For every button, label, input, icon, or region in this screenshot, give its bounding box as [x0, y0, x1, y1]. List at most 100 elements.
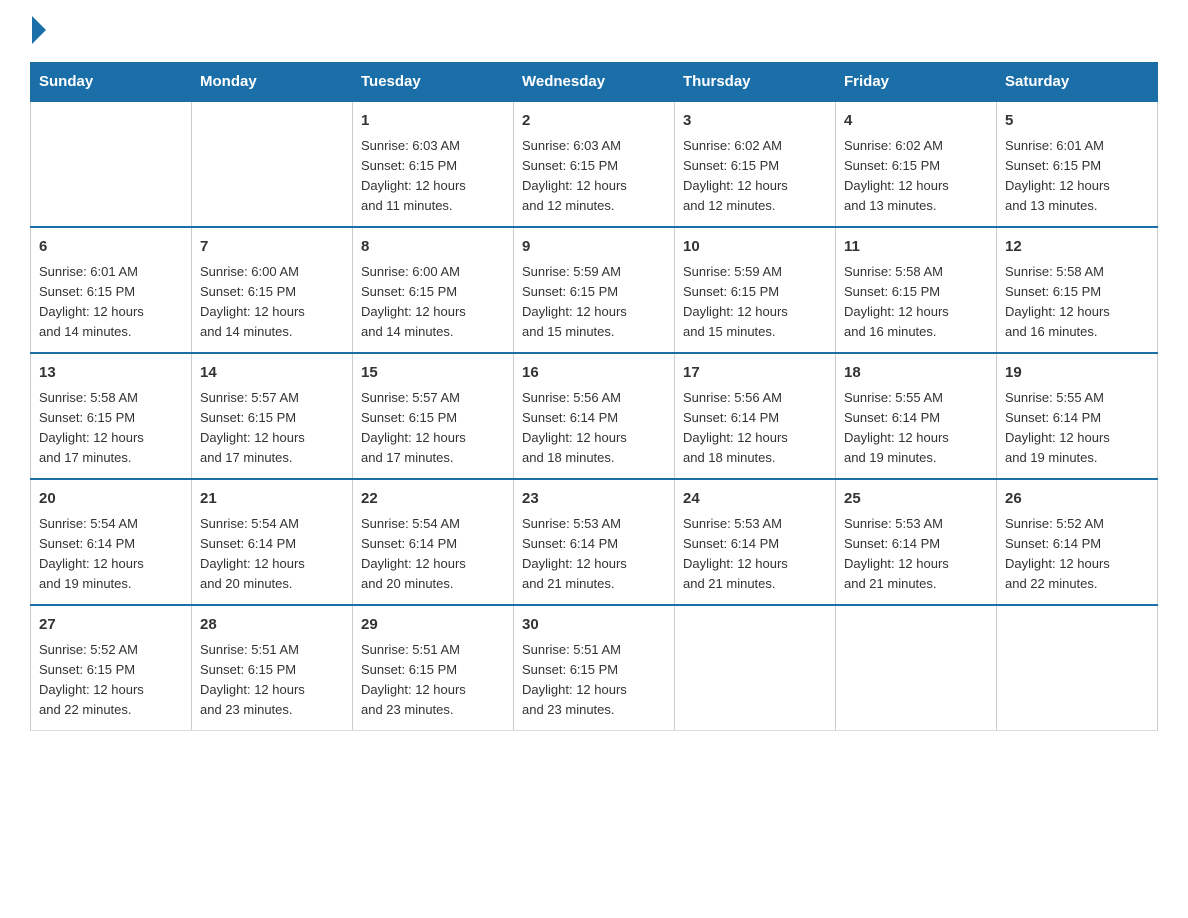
calendar-cell — [675, 605, 836, 731]
calendar-cell: 19Sunrise: 5:55 AMSunset: 6:14 PMDayligh… — [997, 353, 1158, 479]
day-info: Sunrise: 5:54 AMSunset: 6:14 PMDaylight:… — [39, 514, 183, 595]
calendar-cell — [192, 101, 353, 227]
day-info: Sunrise: 5:58 AMSunset: 6:15 PMDaylight:… — [844, 262, 988, 343]
calendar-cell: 22 Sunrise: 5:54 AMSunset: 6:14 PMDayligh… — [353, 479, 514, 605]
day-number: 11 — [844, 236, 988, 259]
calendar-cell: 28 Sunrise: 5:51 AMSunset: 6:15 PMDayligh… — [192, 605, 353, 731]
day-info: Sunrise: 5:58 AMSunset: 6:15 PMDaylight:… — [1005, 262, 1149, 343]
day-number: 21 — [200, 488, 344, 511]
day-number: 13 — [39, 362, 183, 385]
day-info: Sunrise: 6:02 AMSunset: 6:15 PMDaylight:… — [844, 136, 988, 217]
day-info: Sunrise: 5:51 AMSunset: 6:15 PMDaylight:… — [361, 640, 505, 721]
day-number: 24 — [683, 488, 827, 511]
calendar-cell: 5 Sunrise: 6:01 AMSunset: 6:15 PMDaylight… — [997, 101, 1158, 227]
day-info: Sunrise: 5:59 AMSunset: 6:15 PMDaylight:… — [683, 262, 827, 343]
calendar-cell — [31, 101, 192, 227]
day-info: Sunrise: 5:52 AMSunset: 6:15 PMDaylight:… — [39, 640, 183, 721]
calendar-cell: 21 Sunrise: 5:54 AMSunset: 6:14 PMDayligh… — [192, 479, 353, 605]
calendar-cell: 14Sunrise: 5:57 AMSunset: 6:15 PMDayligh… — [192, 353, 353, 479]
day-number: 4 — [844, 110, 988, 133]
calendar-cell: 20 Sunrise: 5:54 AMSunset: 6:14 PMDayligh… — [31, 479, 192, 605]
calendar-cell: 11 Sunrise: 5:58 AMSunset: 6:15 PMDayligh… — [836, 227, 997, 353]
calendar-cell: 15 Sunrise: 5:57 AMSunset: 6:15 PMDayligh… — [353, 353, 514, 479]
day-number: 15 — [361, 362, 505, 385]
day-number: 2 — [522, 110, 666, 133]
header-day-sunday: Sunday — [31, 63, 192, 102]
day-number: 27 — [39, 614, 183, 637]
calendar-week-row: 27 Sunrise: 5:52 AMSunset: 6:15 PMDayligh… — [31, 605, 1158, 731]
day-number: 16 — [522, 362, 666, 385]
day-info: Sunrise: 6:01 AMSunset: 6:15 PMDaylight:… — [39, 262, 183, 343]
day-number: 26 — [1005, 488, 1149, 511]
header-day-thursday: Thursday — [675, 63, 836, 102]
day-number: 14 — [200, 362, 344, 385]
calendar-cell — [997, 605, 1158, 731]
day-number: 20 — [39, 488, 183, 511]
calendar-week-row: 1 Sunrise: 6:03 AMSunset: 6:15 PMDaylight… — [31, 101, 1158, 227]
logo-triangle-icon — [32, 16, 46, 44]
day-number: 6 — [39, 236, 183, 259]
calendar-cell: 12Sunrise: 5:58 AMSunset: 6:15 PMDayligh… — [997, 227, 1158, 353]
day-number: 10 — [683, 236, 827, 259]
calendar-week-row: 6 Sunrise: 6:01 AMSunset: 6:15 PMDaylight… — [31, 227, 1158, 353]
day-info: Sunrise: 5:53 AMSunset: 6:14 PMDaylight:… — [844, 514, 988, 595]
day-info: Sunrise: 6:03 AMSunset: 6:15 PMDaylight:… — [522, 136, 666, 217]
calendar-cell: 13 Sunrise: 5:58 AMSunset: 6:15 PMDayligh… — [31, 353, 192, 479]
day-info: Sunrise: 5:54 AMSunset: 6:14 PMDaylight:… — [200, 514, 344, 595]
day-info: Sunrise: 6:03 AMSunset: 6:15 PMDaylight:… — [361, 136, 505, 217]
calendar-cell: 9 Sunrise: 5:59 AMSunset: 6:15 PMDaylight… — [514, 227, 675, 353]
day-info: Sunrise: 5:51 AMSunset: 6:15 PMDaylight:… — [200, 640, 344, 721]
day-info: Sunrise: 5:53 AMSunset: 6:14 PMDaylight:… — [683, 514, 827, 595]
day-number: 28 — [200, 614, 344, 637]
calendar-cell: 4 Sunrise: 6:02 AMSunset: 6:15 PMDaylight… — [836, 101, 997, 227]
calendar-cell: 23Sunrise: 5:53 AMSunset: 6:14 PMDayligh… — [514, 479, 675, 605]
day-info: Sunrise: 5:57 AMSunset: 6:15 PMDaylight:… — [361, 388, 505, 469]
day-info: Sunrise: 5:58 AMSunset: 6:15 PMDaylight:… — [39, 388, 183, 469]
calendar-cell: 26 Sunrise: 5:52 AMSunset: 6:14 PMDayligh… — [997, 479, 1158, 605]
day-number: 18 — [844, 362, 988, 385]
day-number: 9 — [522, 236, 666, 259]
day-number: 30 — [522, 614, 666, 637]
page-header — [30, 20, 1158, 44]
day-number: 22 — [361, 488, 505, 511]
calendar-week-row: 20 Sunrise: 5:54 AMSunset: 6:14 PMDayligh… — [31, 479, 1158, 605]
day-info: Sunrise: 5:54 AMSunset: 6:14 PMDaylight:… — [361, 514, 505, 595]
day-number: 3 — [683, 110, 827, 133]
day-number: 5 — [1005, 110, 1149, 133]
calendar-cell: 1 Sunrise: 6:03 AMSunset: 6:15 PMDaylight… — [353, 101, 514, 227]
calendar-cell: 29 Sunrise: 5:51 AMSunset: 6:15 PMDayligh… — [353, 605, 514, 731]
calendar-cell: 2 Sunrise: 6:03 AMSunset: 6:15 PMDaylight… — [514, 101, 675, 227]
calendar-cell: 3Sunrise: 6:02 AMSunset: 6:15 PMDaylight… — [675, 101, 836, 227]
day-number: 29 — [361, 614, 505, 637]
header-day-tuesday: Tuesday — [353, 63, 514, 102]
calendar-cell: 24 Sunrise: 5:53 AMSunset: 6:14 PMDayligh… — [675, 479, 836, 605]
day-number: 19 — [1005, 362, 1149, 385]
day-number: 1 — [361, 110, 505, 133]
day-info: Sunrise: 5:56 AMSunset: 6:14 PMDaylight:… — [683, 388, 827, 469]
calendar-cell: 8 Sunrise: 6:00 AMSunset: 6:15 PMDaylight… — [353, 227, 514, 353]
day-number: 8 — [361, 236, 505, 259]
day-info: Sunrise: 5:56 AMSunset: 6:14 PMDaylight:… — [522, 388, 666, 469]
calendar-cell: 16 Sunrise: 5:56 AMSunset: 6:14 PMDayligh… — [514, 353, 675, 479]
day-info: Sunrise: 5:59 AMSunset: 6:15 PMDaylight:… — [522, 262, 666, 343]
day-info: Sunrise: 6:01 AMSunset: 6:15 PMDaylight:… — [1005, 136, 1149, 217]
day-info: Sunrise: 5:52 AMSunset: 6:14 PMDaylight:… — [1005, 514, 1149, 595]
day-number: 7 — [200, 236, 344, 259]
calendar-cell: 6 Sunrise: 6:01 AMSunset: 6:15 PMDaylight… — [31, 227, 192, 353]
calendar-header-row: SundayMondayTuesdayWednesdayThursdayFrid… — [31, 63, 1158, 102]
calendar-cell — [836, 605, 997, 731]
day-info: Sunrise: 6:00 AMSunset: 6:15 PMDaylight:… — [361, 262, 505, 343]
day-info: Sunrise: 5:51 AMSunset: 6:15 PMDaylight:… — [522, 640, 666, 721]
calendar-cell: 18 Sunrise: 5:55 AMSunset: 6:14 PMDayligh… — [836, 353, 997, 479]
header-day-monday: Monday — [192, 63, 353, 102]
calendar-cell: 17Sunrise: 5:56 AMSunset: 6:14 PMDayligh… — [675, 353, 836, 479]
header-day-wednesday: Wednesday — [514, 63, 675, 102]
calendar-week-row: 13 Sunrise: 5:58 AMSunset: 6:15 PMDayligh… — [31, 353, 1158, 479]
day-info: Sunrise: 5:55 AMSunset: 6:14 PMDaylight:… — [844, 388, 988, 469]
day-number: 23 — [522, 488, 666, 511]
calendar-cell: 27 Sunrise: 5:52 AMSunset: 6:15 PMDayligh… — [31, 605, 192, 731]
header-day-saturday: Saturday — [997, 63, 1158, 102]
calendar-cell: 7Sunrise: 6:00 AMSunset: 6:15 PMDaylight… — [192, 227, 353, 353]
calendar-cell: 10 Sunrise: 5:59 AMSunset: 6:15 PMDayligh… — [675, 227, 836, 353]
calendar-cell: 25Sunrise: 5:53 AMSunset: 6:14 PMDayligh… — [836, 479, 997, 605]
